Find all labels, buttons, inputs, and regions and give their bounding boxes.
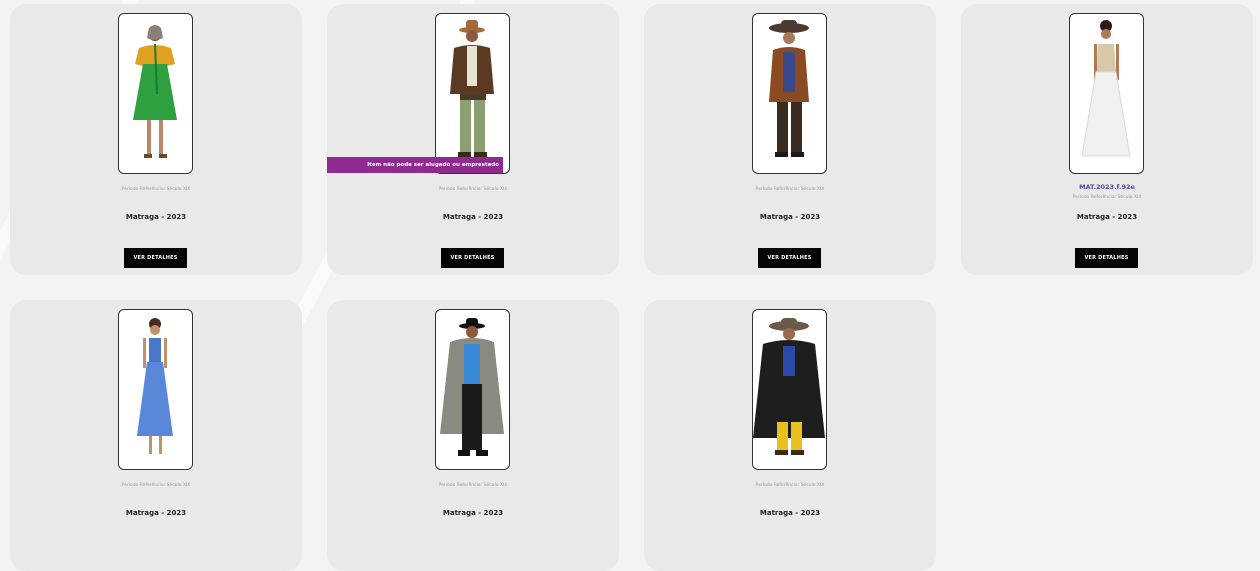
product-period: Período Referência: Século XIX — [755, 187, 825, 192]
product-card[interactable]: Item não pode ser alugado ou emprestado … — [327, 4, 619, 275]
product-title: Matraga - 2023 — [759, 213, 821, 221]
product-photo[interactable] — [752, 309, 827, 470]
product-photo[interactable] — [118, 13, 193, 174]
product-card[interactable]: Período Referência: Século XIX Matraga -… — [644, 300, 936, 571]
product-title: Matraga - 2023 — [759, 509, 821, 517]
product-title: Matraga - 2023 — [125, 213, 187, 221]
product-card[interactable]: MAT.2023.f.92e Período Referência: Sécul… — [961, 4, 1253, 275]
product-period: Período Referência: Século XIX — [755, 483, 825, 488]
product-card[interactable]: Período Referência: Século XIX Matraga -… — [644, 4, 936, 275]
product-photo[interactable] — [435, 309, 510, 470]
product-period: Período Referência: Século XIX — [121, 187, 191, 192]
product-card[interactable]: Período Referência: Século XIX Matraga -… — [10, 300, 302, 571]
view-details-button[interactable]: VER DETALHES — [758, 248, 821, 268]
product-photo[interactable] — [118, 309, 193, 470]
product-card[interactable]: Período Referência: Século XIX Matraga -… — [10, 4, 302, 275]
product-period: Período Referência: Século XIX — [1072, 195, 1142, 200]
unavailable-badge: Item não pode ser alugado ou emprestado — [327, 157, 503, 173]
product-photo[interactable] — [435, 13, 510, 174]
product-period: Período Referência: Século XIX — [121, 483, 191, 488]
product-photo[interactable] — [1069, 13, 1144, 174]
view-details-button[interactable]: VER DETALHES — [124, 248, 187, 268]
product-period: Período Referência: Século XIX — [438, 187, 508, 192]
view-details-button[interactable]: VER DETALHES — [441, 248, 504, 268]
product-code: MAT.2023.f.92e — [1079, 183, 1135, 191]
product-photo[interactable] — [752, 13, 827, 174]
view-details-button[interactable]: VER DETALHES — [1075, 248, 1138, 268]
product-card[interactable]: Período Referência: Século XIX Matraga -… — [327, 300, 619, 571]
product-title: Matraga - 2023 — [125, 509, 187, 517]
product-title: Matraga - 2023 — [442, 213, 504, 221]
product-period: Período Referência: Século XIX — [438, 483, 508, 488]
product-title: Matraga - 2023 — [442, 509, 504, 517]
product-title: Matraga - 2023 — [1076, 213, 1138, 221]
